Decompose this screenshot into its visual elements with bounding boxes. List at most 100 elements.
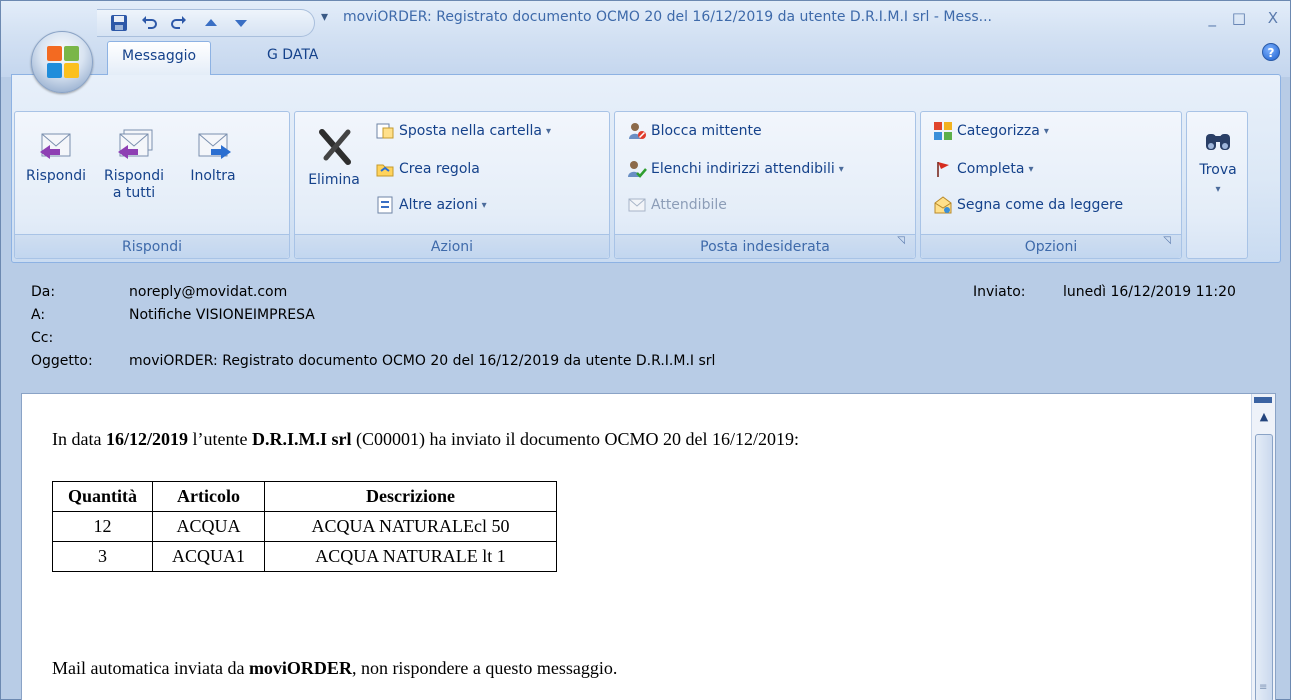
delete-icon xyxy=(319,129,351,165)
from-row: Da: noreply@movidat.com Inviato: lunedì … xyxy=(11,281,1281,303)
delete-button[interactable]: Elimina xyxy=(299,118,369,189)
group-label-opzioni: Opzioni ◹ xyxy=(921,234,1181,258)
other-actions-icon xyxy=(377,196,393,214)
cell-descrizione: ACQUA NATURALEcl 50 xyxy=(264,511,557,542)
group-trova: Trova ▾ xyxy=(1186,111,1248,259)
tab-messaggio[interactable]: Messaggio xyxy=(107,41,212,75)
cell-descrizione: ACQUA NATURALE lt 1 xyxy=(264,541,557,572)
follow-up-button[interactable]: Completa ▾ xyxy=(933,156,1033,182)
create-rule-button[interactable]: Crea regola xyxy=(375,156,480,182)
grip-icon: ≡ xyxy=(1259,682,1268,693)
create-rule-icon xyxy=(376,164,394,177)
cell-quantita: 3 xyxy=(52,541,153,572)
redo-icon[interactable] xyxy=(169,14,189,34)
scroll-thumb[interactable]: ≡ xyxy=(1255,434,1273,700)
forward-label: Inoltra xyxy=(190,168,236,184)
reply-all-label: Rispondi a tutti xyxy=(103,168,164,201)
reply-all-button[interactable]: Rispondi a tutti xyxy=(93,118,175,202)
mark-unread-icon xyxy=(934,196,952,214)
mark-unread-button[interactable]: Segna come da leggere xyxy=(933,192,1123,218)
customize-qat-icon[interactable]: ▾ xyxy=(321,9,328,25)
title-bar: ▾ moviORDER: Registrato documento OCMO 2… xyxy=(1,1,1290,77)
cc-label: Cc: xyxy=(31,330,54,346)
follow-up-label: Completa xyxy=(957,161,1025,177)
cell-quantita: 12 xyxy=(52,511,153,542)
intro-text: In data 16/12/2019 l’utente D.R.I.M.I sr… xyxy=(52,429,799,450)
group-opzioni: Categorizza ▾ Completa ▾ Segna come da leg… xyxy=(920,111,1182,259)
window-title: moviORDER: Registrato documento OCMO 20 … xyxy=(343,9,993,25)
chevron-down-icon: ▾ xyxy=(1043,125,1049,137)
create-rule-label: Crea regola xyxy=(399,161,480,177)
chevron-down-icon: ▾ xyxy=(545,125,551,137)
office-logo-icon xyxy=(47,46,79,78)
reply-button[interactable]: Rispondi xyxy=(21,118,91,185)
footer-note: Mail automatica inviata da moviORDER, no… xyxy=(52,658,617,679)
forward-icon xyxy=(198,133,231,159)
intro-mid: l’utente xyxy=(188,429,252,449)
categorize-label: Categorizza xyxy=(957,123,1040,139)
categorize-icon xyxy=(934,122,952,140)
maximize-button[interactable]: □ xyxy=(1232,9,1246,27)
subject-label: Oggetto: xyxy=(31,353,93,369)
previous-item-icon[interactable] xyxy=(201,14,221,34)
not-junk-button[interactable]: Attendibile xyxy=(627,192,727,218)
undo-icon[interactable] xyxy=(139,14,159,34)
cell-articolo: ACQUA xyxy=(152,511,265,542)
intro-pre: In data xyxy=(52,429,106,449)
chevron-down-icon: ▾ xyxy=(1028,163,1034,175)
move-to-folder-icon xyxy=(376,123,394,139)
move-to-folder-label: Sposta nella cartella xyxy=(399,123,542,139)
table-header-row: Quantità Articolo Descrizione xyxy=(52,481,557,512)
message-body[interactable]: In data 16/12/2019 l’utente D.R.I.M.I sr… xyxy=(21,393,1276,700)
block-sender-icon xyxy=(629,123,646,139)
safe-lists-button[interactable]: Elenchi indirizzi attendibili ▾ xyxy=(627,156,844,182)
save-icon[interactable] xyxy=(109,14,129,34)
opzioni-label: Opzioni xyxy=(1024,239,1078,255)
dialog-launcher-icon[interactable]: ◹ xyxy=(1163,229,1171,253)
move-to-folder-button[interactable]: Sposta nella cartella ▾ xyxy=(375,118,551,144)
delete-label: Elimina xyxy=(308,172,360,188)
safe-lists-icon xyxy=(628,161,647,178)
chevron-down-icon: ▾ xyxy=(1215,184,1221,195)
reply-label: Rispondi xyxy=(25,168,86,184)
footer-brand: moviORDER xyxy=(248,658,352,678)
close-button[interactable]: X xyxy=(1268,9,1278,27)
other-actions-label: Altre azioni xyxy=(399,197,478,213)
help-icon[interactable]: ? xyxy=(1262,43,1280,61)
footer-post: , non rispondere a questo messaggio. xyxy=(351,658,618,678)
binoculars-icon xyxy=(1206,134,1230,150)
other-actions-button[interactable]: Altre azioni ▾ xyxy=(375,192,487,218)
col-articolo: Articolo xyxy=(152,481,265,512)
mark-unread-label: Segna come da leggere xyxy=(957,197,1124,213)
not-junk-label: Attendibile xyxy=(651,197,727,213)
tab-g-data[interactable]: G DATA xyxy=(253,41,332,71)
forward-button[interactable]: Inoltra xyxy=(179,118,247,185)
table-row: 12 ACQUA ACQUA NATURALEcl 50 xyxy=(52,511,557,542)
from-label: Da: xyxy=(31,284,56,300)
block-sender-button[interactable]: Blocca mittente xyxy=(627,118,762,144)
message-header: Da: noreply@movidat.com Inviato: lunedì … xyxy=(11,271,1281,391)
vertical-scrollbar[interactable]: ▲ ≡ xyxy=(1251,394,1275,700)
posta-indesiderata-label: Posta indesiderata xyxy=(700,239,830,255)
categorize-button[interactable]: Categorizza ▾ xyxy=(933,118,1049,144)
scroll-up-icon[interactable]: ▲ xyxy=(1255,410,1273,428)
split-handle[interactable] xyxy=(1254,397,1272,403)
group-azioni: Elimina Sposta nella cartella ▾ Crea rego… xyxy=(294,111,610,259)
to-value[interactable]: Notifiche VISIONEIMPRESA xyxy=(129,304,315,326)
block-sender-label: Blocca mittente xyxy=(651,123,762,139)
chevron-down-icon: ▾ xyxy=(838,163,844,175)
minimize-button[interactable]: _ xyxy=(1209,9,1217,27)
find-button[interactable]: Trova ▾ xyxy=(1191,118,1245,198)
subject-value: moviORDER: Registrato documento OCMO 20 … xyxy=(129,353,716,369)
flag-icon xyxy=(937,162,949,177)
order-table: Quantità Articolo Descrizione 12 ACQUA A… xyxy=(52,481,557,572)
reply-all-icon xyxy=(118,129,153,159)
find-label: Trova xyxy=(1199,162,1237,178)
safe-lists-label: Elenchi indirizzi attendibili xyxy=(651,161,835,177)
from-value[interactable]: noreply@movidat.com xyxy=(129,281,287,303)
not-junk-icon xyxy=(628,198,646,212)
next-item-icon[interactable] xyxy=(231,14,251,34)
office-button[interactable] xyxy=(31,31,93,93)
intro-user: D.R.I.M.I srl xyxy=(251,429,352,449)
dialog-launcher-icon[interactable]: ◹ xyxy=(897,229,905,253)
